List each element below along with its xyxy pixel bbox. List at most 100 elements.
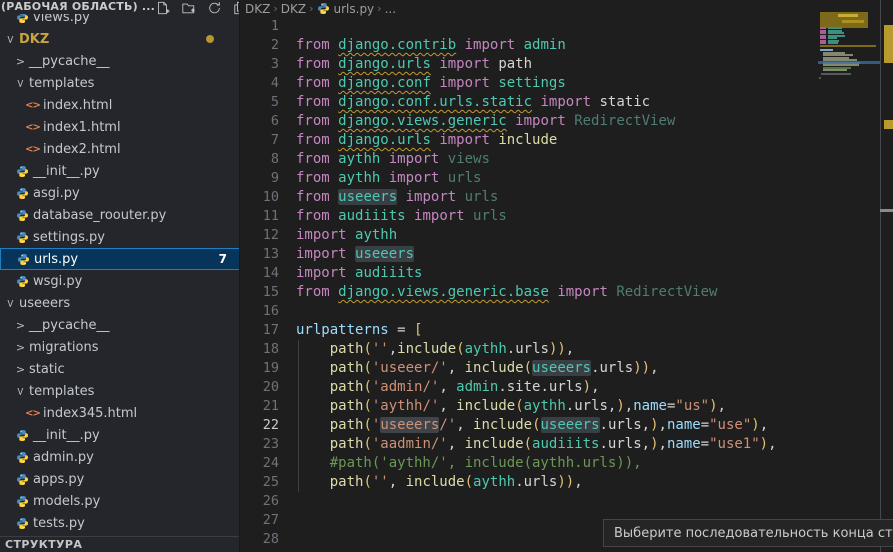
tree-item-index2-html[interactable]: <>index2.html <box>0 138 240 160</box>
code-line-16[interactable]: 16 <box>241 302 893 321</box>
code-line-20[interactable]: 20 path('admin/', admin.site.urls), <box>241 378 893 397</box>
tree-item--pycache-[interactable]: >__pycache__ <box>0 314 240 336</box>
code-line-18[interactable]: 18 path('',include(aythh.urls)), <box>241 340 893 359</box>
line-number: 6 <box>241 112 279 131</box>
line-content: #path('aythh/', include(aythh.urls)), <box>279 454 642 473</box>
file-tree: views.py>DKZ>__pycache__>templates<>inde… <box>0 0 240 536</box>
tree-item-useeers[interactable]: >useeers <box>0 292 240 314</box>
new-file-icon[interactable] <box>155 0 171 14</box>
tree-item-admin-py[interactable]: admin.py <box>0 446 240 468</box>
tree-item-label: settings.py <box>33 230 105 245</box>
tree-item-label: index1.html <box>43 120 121 135</box>
chevron-down-icon: > <box>4 297 17 310</box>
python-icon <box>16 187 29 200</box>
code-line-3[interactable]: 3from django.urls import path <box>241 55 893 74</box>
tree-item-static[interactable]: >static <box>0 358 240 380</box>
tree-item-models-py[interactable]: models.py <box>0 490 240 512</box>
refresh-icon[interactable] <box>207 0 223 14</box>
code-line-26[interactable]: 26 <box>241 492 893 511</box>
code-line-24[interactable]: 24 #path('aythh/', include(aythh.urls)), <box>241 454 893 473</box>
tree-item-label: useeers <box>19 296 70 311</box>
code-line-4[interactable]: 4from django.conf import settings <box>241 74 893 93</box>
breadcrumb-item[interactable]: urls.py <box>317 2 375 16</box>
tree-item--pycache-[interactable]: >__pycache__ <box>0 50 240 72</box>
tree-item-asgi-py[interactable]: asgi.py <box>0 182 240 204</box>
workspace-title: (РАБОЧАЯ ОБЛАСТЬ) ... <box>1 0 155 13</box>
code-line-8[interactable]: 8from aythh import views <box>241 150 893 169</box>
tree-item-templates[interactable]: >templates <box>0 380 240 402</box>
tree-item-urls-py[interactable]: urls.py7 <box>0 248 240 270</box>
line-number: 15 <box>241 283 279 302</box>
indent-guide <box>298 340 299 492</box>
tree-item-dkz[interactable]: >DKZ <box>0 28 240 50</box>
tree-item-templates[interactable]: >templates <box>0 72 240 94</box>
line-content: import audiiits <box>279 264 422 283</box>
line-content: urlpatterns = [ <box>279 321 422 340</box>
ruler-mark <box>884 120 893 129</box>
line-number: 12 <box>241 226 279 245</box>
line-content: from audiiits import urls <box>279 207 507 226</box>
tree-item-migrations[interactable]: >migrations <box>0 336 240 358</box>
code-line-5[interactable]: 5from django.conf.urls.static import sta… <box>241 93 893 112</box>
code-line-14[interactable]: 14import audiiits <box>241 264 893 283</box>
line-content: from django.urls import path <box>279 55 532 74</box>
explorer-sidebar: views.py>DKZ>__pycache__>templates<>inde… <box>0 0 240 552</box>
code-line-7[interactable]: 7from django.urls import include <box>241 131 893 150</box>
code-line-23[interactable]: 23 path('aadmin/', include(audiiits.urls… <box>241 435 893 454</box>
line-number: 1 <box>241 17 279 36</box>
breadcrumb-item[interactable]: DKZ <box>245 2 270 16</box>
tree-item-label: templates <box>29 76 94 91</box>
code-line-19[interactable]: 19 path('useeer/', include(useeers.urls)… <box>241 359 893 378</box>
tree-item--init-py[interactable]: __init__.py <box>0 160 240 182</box>
tree-item-wsgi-py[interactable]: wsgi.py <box>0 270 240 292</box>
overview-ruler[interactable] <box>880 0 893 552</box>
new-folder-icon[interactable] <box>181 0 197 14</box>
code-line-10[interactable]: 10from useeers import urls <box>241 188 893 207</box>
tree-item-tests-py[interactable]: tests.py <box>0 512 240 534</box>
code-line-9[interactable]: 9from aythh import urls <box>241 169 893 188</box>
html-file-icon: <> <box>24 408 41 419</box>
line-content: path('useeers/', include(useeers.urls,),… <box>279 416 768 435</box>
outline-section-header[interactable]: СТРУКТУРА <box>0 536 240 552</box>
code-line-22[interactable]: 22 path('useeers/', include(useeers.urls… <box>241 416 893 435</box>
tree-item-label: admin.py <box>33 450 94 465</box>
code-line-2[interactable]: 2from django.contrib import admin <box>241 36 893 55</box>
code-line-13[interactable]: 13import useeers <box>241 245 893 264</box>
tree-item-label: migrations <box>29 340 99 355</box>
line-content: path('aadmin/', include(audiiits.urls,),… <box>279 435 777 454</box>
tree-item-index345-html[interactable]: <>index345.html <box>0 402 240 424</box>
code-area[interactable]: 12from django.contrib import admin3from … <box>241 17 893 549</box>
tree-item-apps-py[interactable]: apps.py <box>0 468 240 490</box>
tree-item-settings-py[interactable]: settings.py <box>0 226 240 248</box>
line-content <box>279 511 296 530</box>
tree-item-label: tests.py <box>33 516 85 531</box>
line-number: 8 <box>241 150 279 169</box>
breadcrumb-item[interactable]: DKZ <box>281 2 306 16</box>
tree-item-label: index.html <box>43 98 112 113</box>
tree-item--init-py[interactable]: __init__.py <box>0 424 240 446</box>
code-line-15[interactable]: 15from django.views.generic.base import … <box>241 283 893 302</box>
line-number: 18 <box>241 340 279 359</box>
code-line-1[interactable]: 1 <box>241 17 893 36</box>
code-line-11[interactable]: 11from audiiits import urls <box>241 207 893 226</box>
python-file-icon <box>14 495 31 508</box>
chevron-right-icon: > <box>14 55 27 68</box>
code-line-25[interactable]: 25 path('', include(aythh.urls)), <box>241 473 893 492</box>
code-line-12[interactable]: 12import aythh <box>241 226 893 245</box>
line-number: 9 <box>241 169 279 188</box>
tree-item-label: static <box>29 362 65 377</box>
breadcrumb-item[interactable]: ... <box>385 2 396 16</box>
breadcrumb-separator: › <box>377 2 381 15</box>
code-line-21[interactable]: 21 path('aythh/', include(aythh.urls,),n… <box>241 397 893 416</box>
code-line-17[interactable]: 17urlpatterns = [ <box>241 321 893 340</box>
line-number: 20 <box>241 378 279 397</box>
line-content: path('admin/', admin.site.urls), <box>279 378 600 397</box>
line-number: 11 <box>241 207 279 226</box>
collapse-all-icon[interactable] <box>233 0 240 14</box>
code-line-6[interactable]: 6from django.views.generic import Redire… <box>241 112 893 131</box>
tree-item-index-html[interactable]: <>index.html <box>0 94 240 116</box>
editor-pane[interactable]: DKZ›DKZ›urls.py›... 12from django.contri… <box>241 0 893 552</box>
minimap[interactable] <box>818 0 880 552</box>
tree-item-database-roouter-py[interactable]: database_roouter.py <box>0 204 240 226</box>
tree-item-index1-html[interactable]: <>index1.html <box>0 116 240 138</box>
